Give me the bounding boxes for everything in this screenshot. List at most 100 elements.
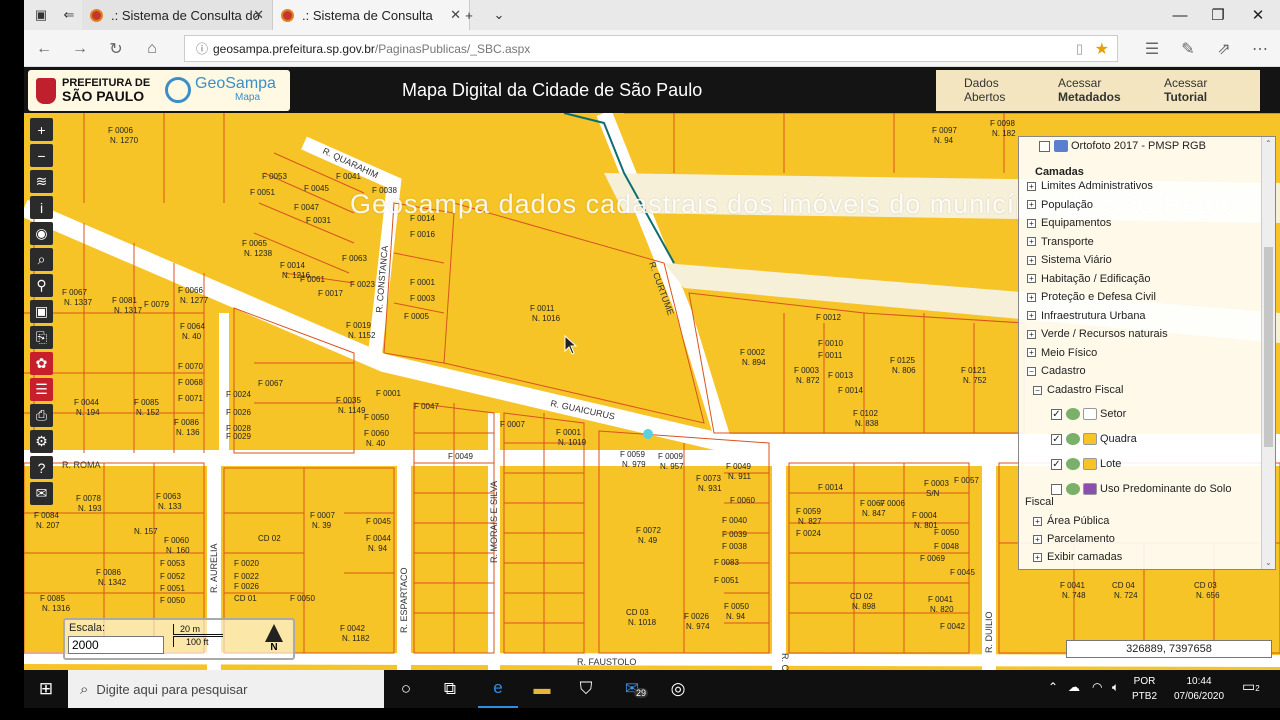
pen-notes-icon[interactable]: ✎ [1170,30,1206,67]
expand-icon[interactable]: + [1033,516,1042,526]
layer-style-icon[interactable] [1066,433,1080,445]
taskbar-search[interactable]: ⌕ Digite aqui para pesquisar [68,670,384,708]
file-explorer-icon[interactable]: ▬ [522,670,562,708]
favorites-hub-icon[interactable]: ☰ [1134,30,1170,67]
mail-icon[interactable]: ✉ 29 [612,670,652,708]
layer-group[interactable]: + Sistema Viário [1027,251,1112,269]
reading-view-icon[interactable]: ▯ [1076,41,1083,57]
tray-chevron-icon[interactable]: ⌃ [1048,680,1058,695]
prefeitura-logo[interactable]: PREFEITURA DE SÃO PAULO [36,77,150,104]
dados-abertos-button[interactable]: Dados Abertos [936,70,1032,111]
layer-group[interactable]: + Infraestrutura Urbana [1027,307,1146,325]
fiscal-layer-item[interactable]: ✓ Quadra [1051,430,1137,448]
layer-checkbox[interactable]: ✓ [1051,458,1062,470]
back-icon[interactable]: ← [26,30,62,67]
draw-icon[interactable]: ⎘ [30,326,53,349]
zoom-in-icon[interactable]: + [30,118,53,141]
scroll-down-icon[interactable]: ⌄ [1265,558,1272,567]
geosampa-logo[interactable]: GeoSampa Mapa [165,76,276,103]
email-icon[interactable]: ✉ [30,482,53,505]
layer-group[interactable]: + Limites Administrativos [1027,177,1153,195]
favorite-star-icon[interactable]: ★ [1095,39,1109,59]
expand-icon[interactable]: + [1027,255,1036,265]
expand-icon[interactable]: + [1027,348,1036,357]
layer-group[interactable]: + Meio Físico [1027,344,1097,362]
globe-icon[interactable]: ◉ [30,222,53,245]
expand-icon[interactable]: + [1027,292,1036,302]
layer-group[interactable]: + Equipamentos [1027,214,1111,232]
layer-group[interactable]: + Área Pública [1033,512,1109,530]
tab-preview-icon[interactable]: ⇐ [52,0,86,30]
layer-group[interactable]: − Cadastro [1027,362,1086,380]
address-bar[interactable]: ⓘ geosampa.prefeitura.sp.gov.br /Paginas… [184,35,1118,62]
collapse-icon[interactable]: − [1027,366,1036,376]
scroll-up-icon[interactable]: ⌃ [1265,139,1272,148]
edge-browser-icon[interactable]: e [478,670,518,708]
expand-icon[interactable]: + [1027,274,1036,283]
expand-icon[interactable]: + [1033,534,1042,544]
settings-icon[interactable]: ⚙ [30,430,53,453]
legend-icon[interactable]: ☰ [30,378,53,401]
collapse-icon[interactable]: − [1033,385,1042,395]
acessar-metadados-button[interactable]: Acessar Metadados [1032,70,1144,111]
cortana-icon[interactable]: ○ [386,670,426,708]
refresh-icon[interactable]: ↻ [98,30,134,67]
tab-list-chevron-icon[interactable]: ⌄ [482,0,516,30]
home-icon[interactable]: ⌂ [134,30,170,67]
layer-checkbox[interactable] [1039,140,1050,152]
acessar-tutorial-button[interactable]: Acessar Tutorial [1144,70,1260,111]
share-icon[interactable]: ⇗ [1206,30,1242,67]
expand-icon[interactable]: + [1027,329,1036,339]
close-window-icon[interactable]: ✕ [1238,0,1278,30]
close-tab-icon[interactable]: ✕ [253,7,264,23]
layer-group[interactable]: + Exibir camadas [1033,548,1122,566]
expand-icon[interactable]: + [1027,200,1036,209]
volume-icon[interactable]: 🔈︎ [1112,680,1119,695]
windows-start-icon[interactable]: ⊞ [26,670,66,708]
cloud-icon[interactable]: ☁ [1068,680,1080,695]
app-icon[interactable]: ◎ [658,670,698,708]
print-icon[interactable]: ⎙ [30,404,53,427]
layer-group[interactable]: + Parcelamento [1033,530,1115,548]
fiscal-layer-item[interactable]: ✓ Lote [1051,455,1121,473]
layer-checkbox[interactable]: ✓ [1051,433,1062,445]
notifications-icon[interactable]: ▭2 [1242,679,1260,696]
expand-icon[interactable]: + [1027,311,1036,320]
wifi-icon[interactable]: ◠ [1092,680,1102,695]
scrollbar-thumb[interactable] [1264,247,1273,447]
layer-group[interactable]: + Habitação / Edificação [1027,270,1150,288]
expand-icon[interactable]: + [1027,218,1036,228]
tab-consulta-1[interactable]: .: Sistema de Consulta do ✕ [82,0,272,30]
measure-icon[interactable]: ⚲ [30,274,53,297]
expand-icon[interactable]: + [1027,237,1036,246]
zoom-out-icon[interactable]: − [30,144,53,167]
store-icon[interactable]: ⛉ [566,670,606,708]
layer-group[interactable]: + Transporte [1027,233,1094,251]
layer-checkbox[interactable]: ✓ [1051,408,1062,420]
save-icon[interactable]: ▣ [30,300,53,323]
layer-style-icon[interactable] [1066,483,1080,495]
group-cadastro-fiscal[interactable]: − Cadastro Fiscal [1033,381,1123,399]
expand-icon[interactable]: + [1033,552,1042,562]
fiscal-layer-item[interactable]: ✓ Setor [1051,405,1126,423]
clock[interactable]: 10:44 07/06/2020 [1164,674,1234,704]
language-indicator[interactable]: POR PTB2 [1132,674,1157,704]
layer-style-icon[interactable] [1066,408,1080,420]
layer-style-icon[interactable] [1066,458,1080,470]
fiscal-layer-item[interactable]: Uso Predominante do Solo [1051,480,1231,498]
layer-group[interactable]: + Verde / Recursos naturais [1027,325,1168,343]
new-tab-icon[interactable]: + [452,0,486,30]
layer-group[interactable]: + Proteção e Defesa Civil [1027,288,1156,306]
task-view-icon[interactable]: ⧉ [430,670,470,708]
search-icon[interactable]: ⌕ [30,248,53,271]
restore-icon[interactable]: ❐ [1198,0,1238,30]
help-icon[interactable]: ? [30,456,53,479]
layers-icon[interactable]: ≋ [30,170,53,193]
tab-consulta-2[interactable]: .: Sistema de Consulta ✕ [272,0,470,30]
layer-ortofoto[interactable]: Ortofoto 2017 - PMSP RGB [1039,137,1206,155]
minimize-icon[interactable]: — [1160,0,1200,30]
more-icon[interactable]: ⋯ [1242,30,1278,67]
layers-scrollbar[interactable]: ⌃ ⌄ [1261,137,1275,569]
expand-icon[interactable]: + [1027,181,1036,191]
layer-group[interactable]: + População [1027,196,1093,214]
